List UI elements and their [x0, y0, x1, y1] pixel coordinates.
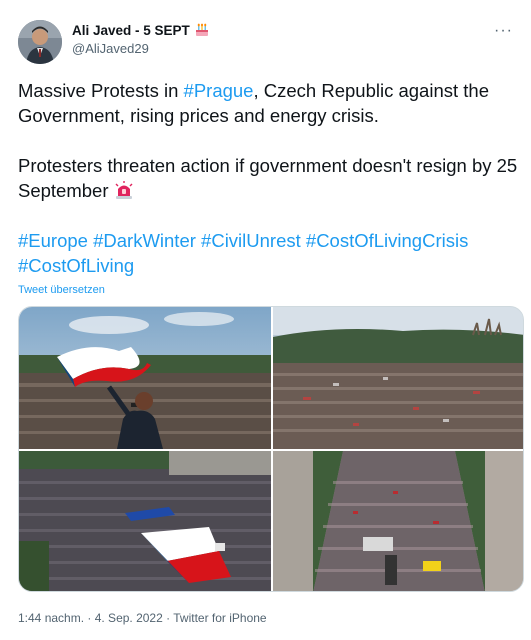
hashtag-link[interactable]: #DarkWinter — [93, 230, 196, 251]
protest-photo-image — [19, 307, 271, 449]
hashtag-list: #Europe #DarkWinter #CivilUnrest #CostOf… — [18, 228, 518, 278]
birthday-cake-icon — [195, 23, 208, 36]
hashtag-link[interactable]: #CostOfLiving — [18, 255, 134, 276]
police-light-icon — [115, 181, 132, 199]
tweet-text-segment: Massive Protests in — [18, 80, 184, 101]
hashtag-link[interactable]: #CivilUnrest — [201, 230, 301, 251]
media-photo-4[interactable] — [273, 451, 523, 591]
author-display-name[interactable]: Ali Javed - 5 SEPT — [72, 23, 190, 38]
more-options-icon[interactable]: ··· — [494, 22, 513, 40]
tweet-timestamp[interactable]: 1:44 nachm. — [18, 611, 84, 625]
protest-photo-image — [19, 451, 271, 591]
tweet-footer: 1:44 nachm. · 4. Sep. 2022 · Twitter for… — [18, 611, 267, 625]
hashtag-link[interactable]: #Europe — [18, 230, 88, 251]
hashtag-link[interactable]: #Prague — [184, 80, 254, 101]
hashtag-link[interactable]: #CostOfLivingCrisis — [306, 230, 468, 251]
protest-photo-image — [273, 307, 523, 449]
media-photo-2[interactable] — [273, 307, 523, 449]
media-photo-3[interactable] — [19, 451, 271, 591]
tweet-card: Ali Javed - 5 SEPT @AliJaved29 ··· Massi… — [0, 0, 531, 640]
translate-tweet-link[interactable]: Tweet übersetzen — [18, 284, 105, 296]
media-grid — [18, 306, 524, 592]
tweet-text-segment: Protesters threaten action if government… — [18, 155, 518, 201]
tweet-line-1: Massive Protests in #Prague, Czech Repub… — [18, 78, 518, 128]
author-name-row[interactable]: Ali Javed - 5 SEPT — [72, 22, 210, 38]
media-photo-1[interactable] — [19, 307, 271, 449]
avatar[interactable] — [18, 20, 62, 64]
tweet-text: Massive Protests in #Prague, Czech Repub… — [18, 78, 518, 278]
author-handle[interactable]: @AliJaved29 — [72, 41, 149, 56]
tweet-date[interactable]: 4. Sep. 2022 — [95, 611, 163, 625]
profile-photo-icon — [18, 20, 62, 64]
tweet-line-2: Protesters threaten action if government… — [18, 153, 518, 203]
tweet-source[interactable]: Twitter for iPhone — [173, 611, 266, 625]
protest-photo-image — [273, 451, 523, 591]
footer-separator: · — [162, 611, 174, 625]
footer-separator: · — [84, 611, 95, 625]
